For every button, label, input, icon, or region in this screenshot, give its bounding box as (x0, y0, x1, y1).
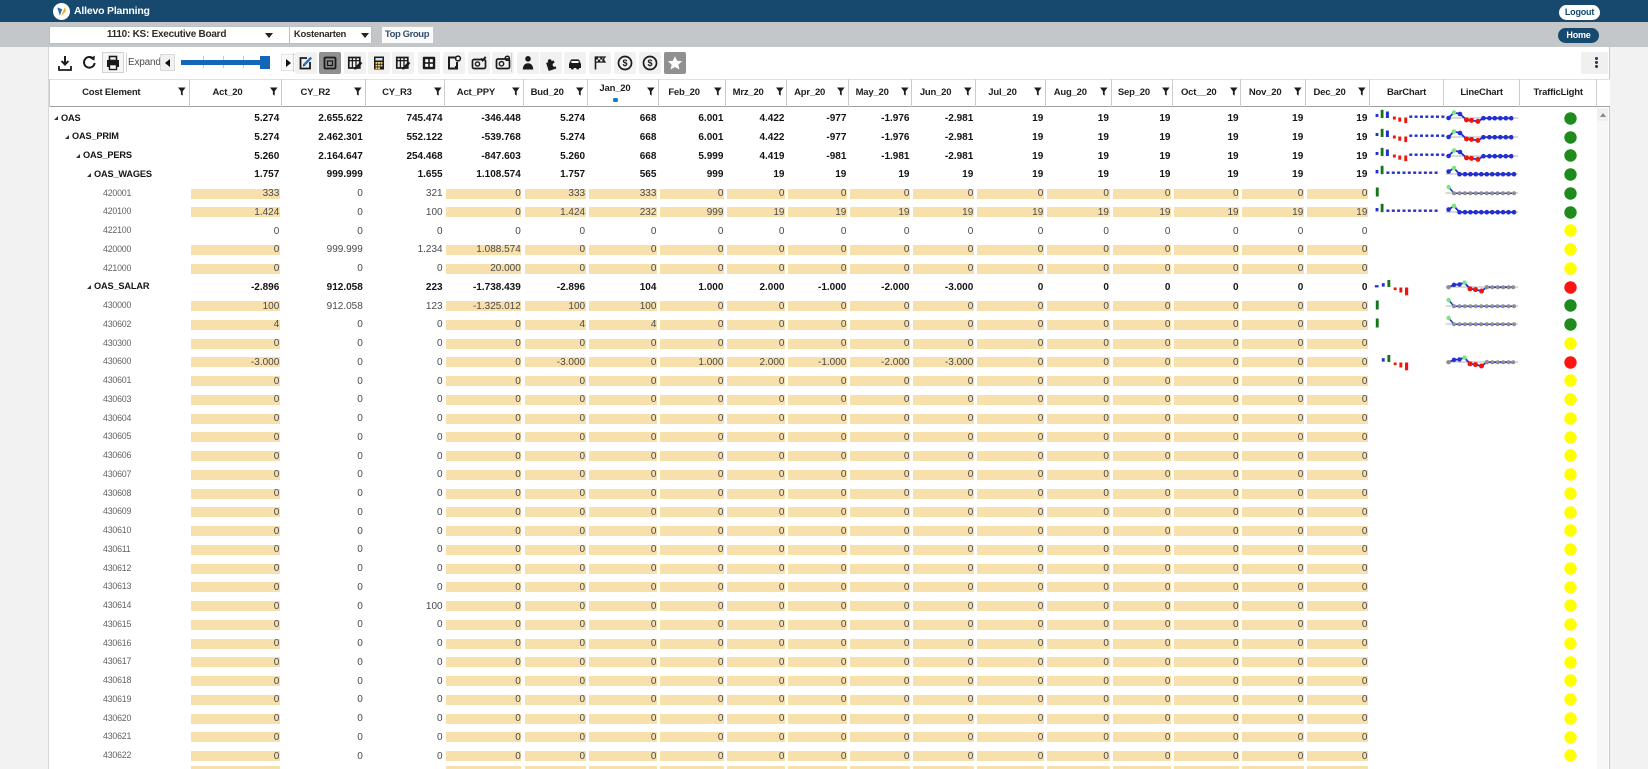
svg-text:$: $ (622, 58, 627, 68)
svg-text:$: $ (647, 58, 652, 68)
svg-text:csv: csv (111, 61, 117, 66)
